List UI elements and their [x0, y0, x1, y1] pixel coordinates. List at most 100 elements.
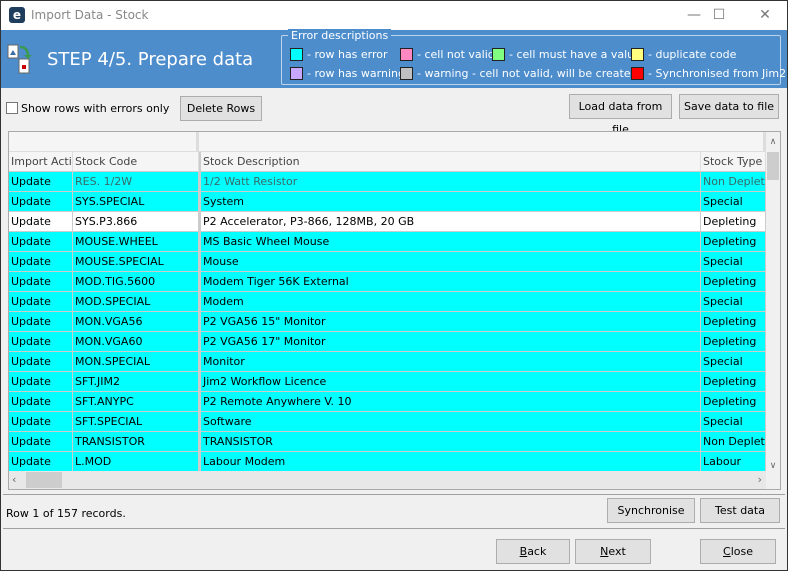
table-cell[interactable]: Depleting: [701, 272, 766, 292]
table-cell[interactable]: Depleting: [701, 392, 766, 412]
column-header-stock-description[interactable]: Stock Description: [199, 152, 701, 172]
column-header-stock-type[interactable]: Stock Type: [701, 152, 766, 172]
table-cell[interactable]: P2 Remote Anywhere V. 10: [199, 392, 701, 412]
table-cell[interactable]: Update: [9, 412, 73, 432]
table-cell[interactable]: MOUSE.SPECIAL: [73, 252, 199, 272]
close-label: lose: [730, 545, 753, 558]
table-row[interactable]: Update SFT.ANYPC P2 Remote Anywhere V. 10 D…: [9, 392, 766, 412]
table-cell[interactable]: Jim2 Workflow Licence: [199, 372, 701, 392]
table-cell[interactable]: L.MOD: [73, 452, 199, 472]
table-row[interactable]: Update MOUSE.WHEEL MS Basic Wheel Mouse Dep…: [9, 232, 766, 252]
table-cell[interactable]: MON.SPECIAL: [73, 352, 199, 372]
table-row[interactable]: Update SFT.JIM2 Jim2 Workflow Licence Deple…: [9, 372, 766, 392]
table-cell[interactable]: Non Depleting: [701, 432, 766, 452]
table-cell[interactable]: SFT.JIM2: [73, 372, 199, 392]
scroll-left-icon[interactable]: ‹: [12, 473, 16, 486]
table-cell[interactable]: Labour Modem: [199, 452, 701, 472]
table-cell[interactable]: Depleting: [701, 332, 766, 352]
column-header-import-action[interactable]: Import Actio: [9, 152, 73, 172]
table-cell[interactable]: Update: [9, 252, 73, 272]
table-row[interactable]: Update SYS.P3.866 P2 Accelerator, P3-866, …: [9, 212, 766, 232]
table-row[interactable]: Update MOD.SPECIAL Modem Special: [9, 292, 766, 312]
table-cell[interactable]: MS Basic Wheel Mouse: [199, 232, 701, 252]
back-button[interactable]: Back: [496, 539, 570, 564]
table-cell[interactable]: Update: [9, 352, 73, 372]
table-cell[interactable]: Depleting: [701, 212, 766, 232]
table-cell[interactable]: Special: [701, 412, 766, 432]
table-cell[interactable]: Update: [9, 192, 73, 212]
vertical-scrollbar[interactable]: ∨: [766, 152, 780, 471]
table-cell[interactable]: Update: [9, 332, 73, 352]
table-cell[interactable]: MOD.TIG.5600: [73, 272, 199, 292]
table-cell[interactable]: System: [199, 192, 701, 212]
next-button[interactable]: Next: [575, 539, 651, 564]
horizontal-scrollbar[interactable]: ‹ ›: [9, 471, 766, 489]
load-data-button[interactable]: Load data from file: [569, 94, 672, 136]
table-cell[interactable]: Update: [9, 172, 73, 192]
maximize-button[interactable]: ☐: [704, 5, 734, 25]
table-row[interactable]: Update MOD.TIG.5600 Modem Tiger 56K Extern…: [9, 272, 766, 292]
close-window-button[interactable]: ✕: [750, 5, 780, 25]
table-row[interactable]: Update MOUSE.SPECIAL Mouse Special: [9, 252, 766, 272]
scroll-up-icon[interactable]: ∧: [766, 132, 780, 152]
table-cell[interactable]: Update: [9, 372, 73, 392]
table-cell[interactable]: Update: [9, 392, 73, 412]
show-errors-checkbox[interactable]: Show rows with errors only: [6, 102, 169, 115]
column-header-stock-code[interactable]: Stock Code: [73, 152, 199, 172]
table-row[interactable]: Update MON.VGA60 P2 VGA56 17" Monitor Deple…: [9, 332, 766, 352]
table-cell[interactable]: Special: [701, 352, 766, 372]
table-cell[interactable]: SFT.ANYPC: [73, 392, 199, 412]
table-cell[interactable]: Modem: [199, 292, 701, 312]
table-cell[interactable]: Update: [9, 292, 73, 312]
table-cell[interactable]: Labour: [701, 452, 766, 472]
table-cell[interactable]: RES. 1/2W: [73, 172, 199, 192]
table-cell[interactable]: Depleting: [701, 312, 766, 332]
table-cell[interactable]: MON.VGA60: [73, 332, 199, 352]
table-cell[interactable]: Update: [9, 232, 73, 252]
table-row[interactable]: Update RES. 1/2W 1/2 Watt Resistor Non Depl…: [9, 172, 766, 192]
table-cell[interactable]: Monitor: [199, 352, 701, 372]
table-row[interactable]: Update SYS.SPECIAL System Special: [9, 192, 766, 212]
delete-rows-button[interactable]: Delete Rows: [180, 96, 262, 121]
table-cell[interactable]: Update: [9, 272, 73, 292]
table-cell[interactable]: SFT.SPECIAL: [73, 412, 199, 432]
table-cell[interactable]: Mouse: [199, 252, 701, 272]
scroll-thumb[interactable]: [26, 472, 62, 488]
table-cell[interactable]: Special: [701, 292, 766, 312]
table-cell[interactable]: MOUSE.WHEEL: [73, 232, 199, 252]
table-cell[interactable]: SYS.P3.866: [73, 212, 199, 232]
save-data-button[interactable]: Save data to file: [679, 94, 779, 119]
table-cell[interactable]: Modem Tiger 56K External: [199, 272, 701, 292]
table-cell[interactable]: Depleting: [701, 372, 766, 392]
table-cell[interactable]: Update: [9, 432, 73, 452]
table-cell[interactable]: P2 VGA56 17" Monitor: [199, 332, 701, 352]
close-button[interactable]: Close: [700, 539, 776, 564]
table-cell[interactable]: Special: [701, 192, 766, 212]
table-cell[interactable]: MOD.SPECIAL: [73, 292, 199, 312]
table-cell[interactable]: MON.VGA56: [73, 312, 199, 332]
scroll-right-icon[interactable]: ›: [758, 473, 762, 486]
table-row[interactable]: Update MON.SPECIAL Monitor Special: [9, 352, 766, 372]
test-data-button[interactable]: Test data: [700, 498, 780, 523]
table-cell[interactable]: Special: [701, 252, 766, 272]
table-cell[interactable]: Update: [9, 312, 73, 332]
synchronise-button[interactable]: Synchronise: [607, 498, 695, 523]
table-row[interactable]: Update L.MOD Labour Modem Labour: [9, 452, 766, 472]
checkbox-box[interactable]: [6, 102, 18, 114]
table-row[interactable]: UpdateTRANSISTORTRANSISTORNon Depleting: [9, 432, 766, 452]
table-cell[interactable]: Depleting: [701, 232, 766, 252]
table-cell[interactable]: SYS.SPECIAL: [73, 192, 199, 212]
table-cell[interactable]: Update: [9, 452, 73, 472]
table-cell[interactable]: Non Depleting: [701, 172, 766, 192]
scroll-thumb[interactable]: [767, 152, 779, 180]
table-cell[interactable]: Update: [9, 212, 73, 232]
table-cell[interactable]: P2 VGA56 15" Monitor: [199, 312, 701, 332]
table-row[interactable]: Update SFT.SPECIAL Software Special: [9, 412, 766, 432]
table-cell[interactable]: P2 Accelerator, P3-866, 128MB, 20 GB: [199, 212, 701, 232]
table-cell[interactable]: 1/2 Watt Resistor: [199, 172, 701, 192]
table-cell[interactable]: TRANSISTOR: [73, 432, 199, 452]
table-row[interactable]: Update MON.VGA56 P2 VGA56 15" Monitor Deple…: [9, 312, 766, 332]
table-cell[interactable]: Software: [199, 412, 701, 432]
table-cell[interactable]: TRANSISTOR: [199, 432, 701, 452]
scroll-down-icon[interactable]: ∨: [766, 461, 780, 471]
